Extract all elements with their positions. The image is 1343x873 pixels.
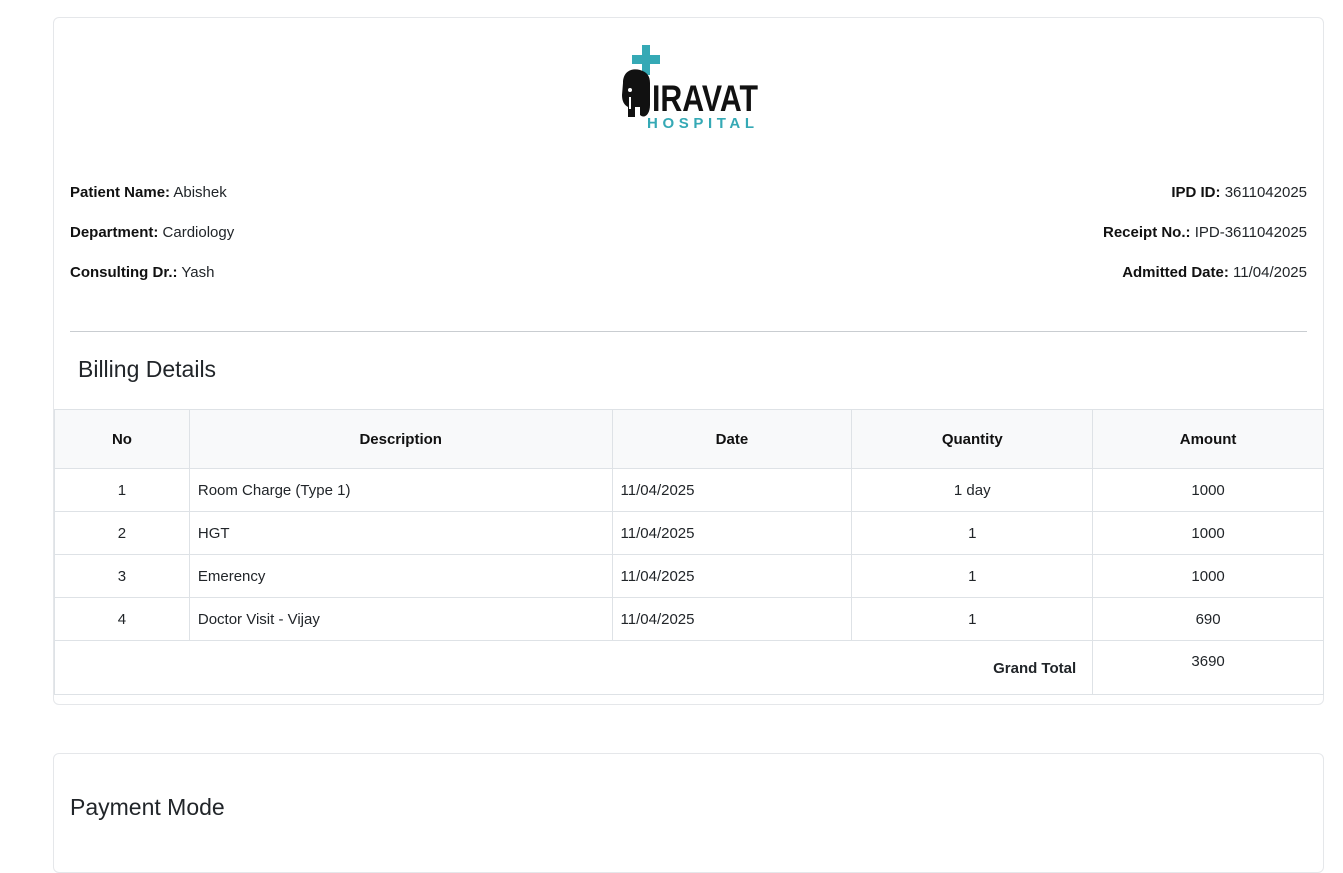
svg-text:HOSPITAL: HOSPITAL xyxy=(647,115,756,131)
patient-name-row: Patient Name: Abishek xyxy=(70,183,234,223)
header-date: Date xyxy=(611,409,853,469)
doctor-value: Yash xyxy=(181,264,215,281)
row-no: 1 xyxy=(54,468,190,512)
row-description: Room Charge (Type 1) xyxy=(188,468,613,512)
row-date: 11/04/2025 xyxy=(611,597,853,641)
iravat-hospital-logo: IRAVAT HOSPITAL xyxy=(622,45,758,131)
patient-name-value: Abishek xyxy=(173,184,227,201)
payment-card: Payment Mode xyxy=(53,753,1324,873)
patient-info-left: Patient Name: Abishek Department: Cardio… xyxy=(70,183,234,303)
row-no: 4 xyxy=(54,597,190,641)
billing-details-title: Billing Details xyxy=(78,356,217,382)
row-description: Emerency xyxy=(188,554,613,598)
department-value: Cardiology xyxy=(162,224,235,241)
ipd-row: IPD ID: 3611042025 xyxy=(1103,183,1307,223)
table-row: 3 Emerency 11/04/2025 1 1000 xyxy=(54,554,1324,598)
department-row: Department: Cardiology xyxy=(70,223,234,263)
header-description: Description xyxy=(188,409,613,469)
row-amount: 1000 xyxy=(1092,554,1324,598)
row-date: 11/04/2025 xyxy=(611,554,853,598)
row-description: HGT xyxy=(188,511,613,555)
row-quantity: 1 xyxy=(851,511,1094,555)
grand-total-label: Grand Total xyxy=(53,640,1094,695)
grand-total-value: 3690 xyxy=(1092,640,1324,695)
row-no: 3 xyxy=(54,554,190,598)
department-label: Department: xyxy=(70,224,159,241)
row-amount: 1000 xyxy=(1092,511,1324,555)
doctor-row: Consulting Dr.: Yash xyxy=(70,263,234,303)
header-amount: Amount xyxy=(1092,409,1324,469)
row-date: 11/04/2025 xyxy=(611,511,853,555)
table-row: 4 Doctor Visit - Vijay 11/04/2025 1 690 xyxy=(54,597,1324,641)
divider xyxy=(70,331,1307,332)
row-amount: 1000 xyxy=(1092,468,1324,512)
grand-total-row: Grand Total 3690 xyxy=(53,640,1324,695)
row-quantity: 1 xyxy=(851,554,1094,598)
admitted-label: Admitted Date: xyxy=(1122,264,1229,281)
receipt-label: Receipt No.: xyxy=(1103,224,1191,241)
row-quantity: 1 day xyxy=(851,468,1094,512)
svg-text:IRAVAT: IRAVAT xyxy=(652,78,758,119)
table-row: 1 Room Charge (Type 1) 11/04/2025 1 day … xyxy=(54,468,1324,512)
billing-header-row: No Description Date Quantity Amount xyxy=(54,409,1324,469)
billing-table: No Description Date Quantity Amount 1 Ro… xyxy=(53,409,1324,695)
receipt-value: IPD-3611042025 xyxy=(1194,224,1307,241)
patient-name-label: Patient Name: xyxy=(70,184,171,201)
header-no: No xyxy=(54,409,190,469)
row-no: 2 xyxy=(54,511,190,555)
patient-info-right: IPD ID: 3611042025 Receipt No.: IPD-3611… xyxy=(1103,183,1307,303)
row-description: Doctor Visit - Vijay xyxy=(188,597,613,641)
receipt-row: Receipt No.: IPD-3611042025 xyxy=(1103,223,1307,263)
header-quantity: Quantity xyxy=(851,409,1094,469)
ipd-label: IPD ID: xyxy=(1171,184,1221,201)
admitted-value: 11/04/2025 xyxy=(1233,264,1307,281)
ipd-value: 3611042025 xyxy=(1224,184,1307,201)
row-quantity: 1 xyxy=(851,597,1094,641)
bill-card: IRAVAT HOSPITAL Patient Name: Abishek De… xyxy=(53,17,1324,705)
doctor-label: Consulting Dr.: xyxy=(70,264,178,281)
table-row: 2 HGT 11/04/2025 1 1000 xyxy=(54,511,1324,555)
admitted-row: Admitted Date: 11/04/2025 xyxy=(1103,263,1307,303)
row-date: 11/04/2025 xyxy=(611,468,853,512)
row-amount: 690 xyxy=(1092,597,1324,641)
